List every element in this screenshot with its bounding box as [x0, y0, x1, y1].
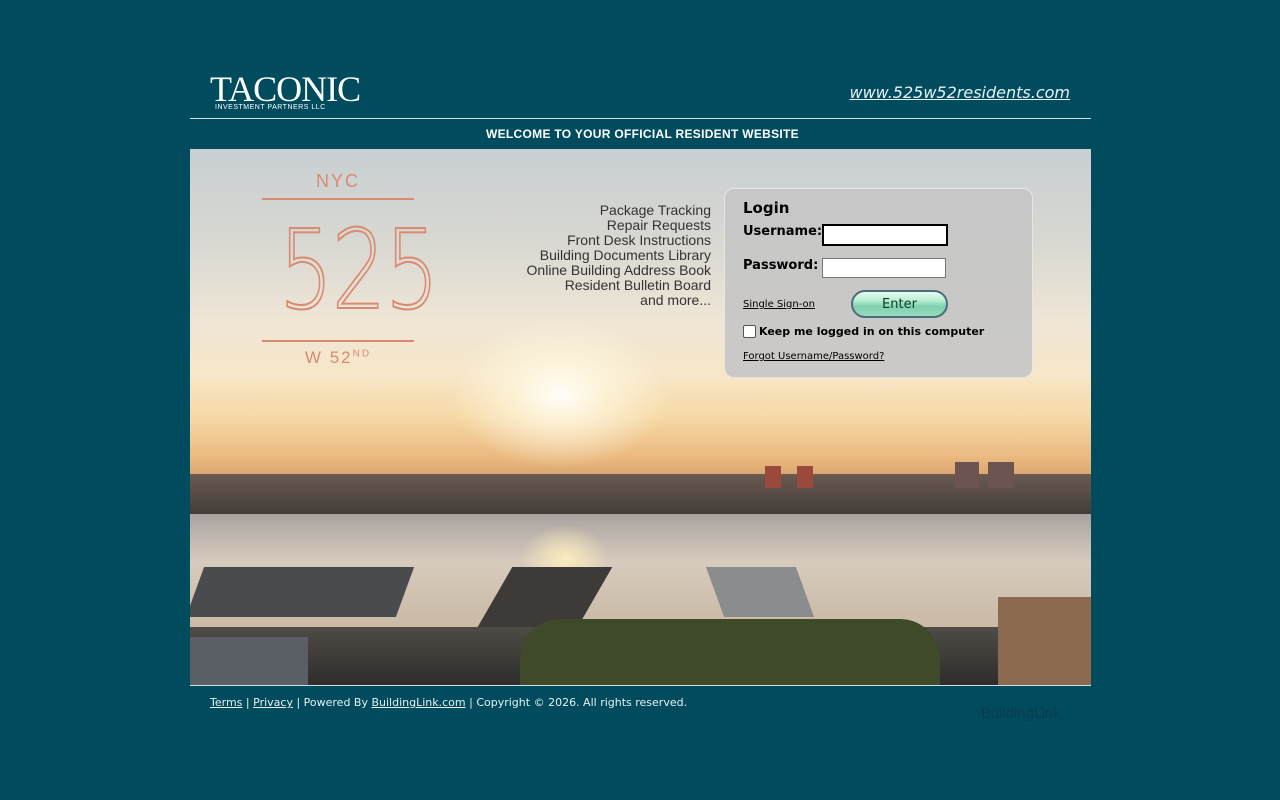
pier [705, 567, 815, 617]
footer: Terms | Privacy | Powered By BuildingLin… [210, 696, 687, 709]
username-label: Username: [743, 224, 823, 239]
building-logo-street: W 52ND [262, 348, 414, 368]
keep-logged-in[interactable]: Keep me logged in on this computer [743, 325, 984, 338]
taconic-logo: TACONIC INVESTMENT PARTNERS LLC [210, 69, 361, 111]
building-logo-city: NYC [315, 171, 360, 191]
welcome-banner: WELCOME TO YOUR OFFICIAL RESIDENT WEBSIT… [486, 127, 799, 141]
copyright-text: | Copyright © 2026. All rights reserved. [469, 696, 688, 709]
feature-item: Package Tracking [599, 202, 711, 218]
feature-item: and more... [640, 292, 711, 308]
building-logo-rule-bottom [262, 340, 414, 342]
building-logo-number: 525 [278, 205, 440, 335]
building-logo-street-suffix: ND [352, 348, 372, 360]
taconic-logo-text: TACONIC [210, 69, 361, 109]
feature-item: Resident Bulletin Board [564, 277, 711, 293]
footer-divider [190, 685, 1091, 686]
footer-separator: | [245, 696, 250, 709]
password-label: Password: [743, 258, 819, 273]
pier [190, 567, 415, 617]
keep-logged-in-checkbox[interactable] [743, 325, 756, 338]
header-divider [190, 118, 1091, 119]
powered-by-text: | Powered By [296, 696, 368, 709]
building-logo-rule-top [262, 198, 414, 200]
tower [988, 462, 1014, 488]
feature-item: Online Building Address Book [526, 262, 711, 278]
sunset-glow [450, 319, 670, 469]
username-input[interactable] [822, 224, 948, 246]
building [998, 597, 1091, 685]
tower [765, 466, 781, 488]
feature-item: Front Desk Instructions [567, 232, 711, 248]
buildinglink-link[interactable]: BuildingLink.com [371, 696, 465, 709]
building-logo: NYC 525 W 52ND [262, 169, 440, 368]
page-container: TACONIC INVESTMENT PARTNERS LLC www.525w… [190, 0, 1091, 800]
buildinglink-logo: BuildingLink [981, 706, 1061, 722]
enter-button[interactable]: Enter [851, 290, 948, 318]
terms-link[interactable]: Terms [210, 696, 242, 709]
tower [797, 466, 813, 488]
forgot-password-link[interactable]: Forgot Username/Password? [743, 351, 884, 362]
hero-image: NYC 525 W 52ND Package Tracking Repair R… [190, 149, 1091, 685]
password-input[interactable] [822, 258, 946, 278]
single-sign-on-link[interactable]: Single Sign-on [743, 299, 815, 310]
login-panel: Login Username: Password: Single Sign-on… [724, 188, 1033, 378]
building [190, 637, 308, 685]
privacy-link[interactable]: Privacy [253, 696, 293, 709]
keep-logged-in-label[interactable]: Keep me logged in on this computer [759, 325, 984, 338]
feature-item: Repair Requests [606, 217, 711, 233]
trees [520, 619, 940, 685]
resident-site-link[interactable]: www.525w52residents.com [849, 83, 1070, 102]
login-title: Login [743, 199, 790, 217]
feature-list: Package Tracking Repair Requests Front D… [490, 203, 711, 308]
tower [955, 462, 979, 488]
building-logo-street-text: W 52 [304, 348, 353, 367]
feature-item: Building Documents Library [539, 247, 711, 263]
